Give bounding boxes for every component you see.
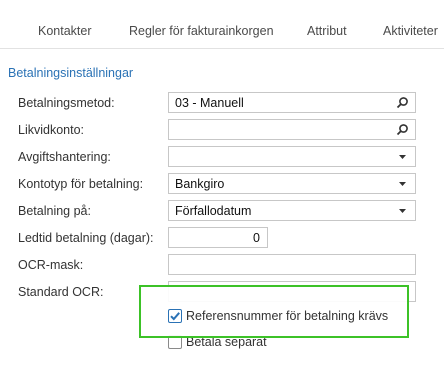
standard-ocr-label: Standard OCR: — [18, 285, 104, 299]
search-icon[interactable] — [396, 123, 409, 136]
fee-handling-label: Avgiftshantering: — [18, 150, 111, 164]
tab-attributes[interactable]: Attribut — [307, 24, 347, 38]
lead-time-value: 0 — [253, 231, 260, 245]
lead-time-label: Ledtid betalning (dagar): — [18, 231, 154, 245]
chevron-down-icon[interactable] — [396, 150, 409, 163]
payment-method-label: Betalningsmetod: — [18, 96, 115, 110]
checkmark-icon — [170, 312, 180, 321]
chevron-down-icon[interactable] — [396, 177, 409, 190]
account-type-label: Kontotyp för betalning: — [18, 177, 144, 191]
liquid-account-field[interactable] — [168, 119, 416, 140]
section-title-payment-settings: Betalningsinställningar — [8, 66, 134, 80]
liquid-account-label: Likvidkonto: — [18, 123, 85, 137]
reference-required-checkbox[interactable] — [168, 309, 182, 323]
ocr-mask-label: OCR-mask: — [18, 258, 84, 272]
account-type-value: Bankgiro — [175, 177, 225, 191]
tab-contacts[interactable]: Kontakter — [38, 24, 92, 38]
reference-required-label: Referensnummer för betalning krävs — [186, 309, 389, 323]
tab-activities[interactable]: Aktiviteter — [383, 24, 438, 38]
ocr-mask-input[interactable] — [168, 254, 416, 275]
payment-on-value: Förfallodatum — [175, 204, 252, 218]
payment-on-label: Betalning på: — [18, 204, 91, 218]
chevron-down-icon[interactable] — [396, 204, 409, 217]
payment-method-field[interactable]: 03 - Manuell — [168, 92, 416, 113]
tab-bar: Kontakter Regler för fakturainkorgen Att… — [0, 0, 444, 49]
fee-handling-select[interactable] — [168, 146, 416, 167]
lead-time-input[interactable]: 0 — [168, 227, 268, 248]
search-icon[interactable] — [396, 96, 409, 109]
tab-invoice-inbox-rules[interactable]: Regler för fakturainkorgen — [129, 24, 274, 38]
payment-on-select[interactable]: Förfallodatum — [168, 200, 416, 221]
payment-method-value: 03 - Manuell — [175, 96, 244, 110]
account-type-select[interactable]: Bankgiro — [168, 173, 416, 194]
